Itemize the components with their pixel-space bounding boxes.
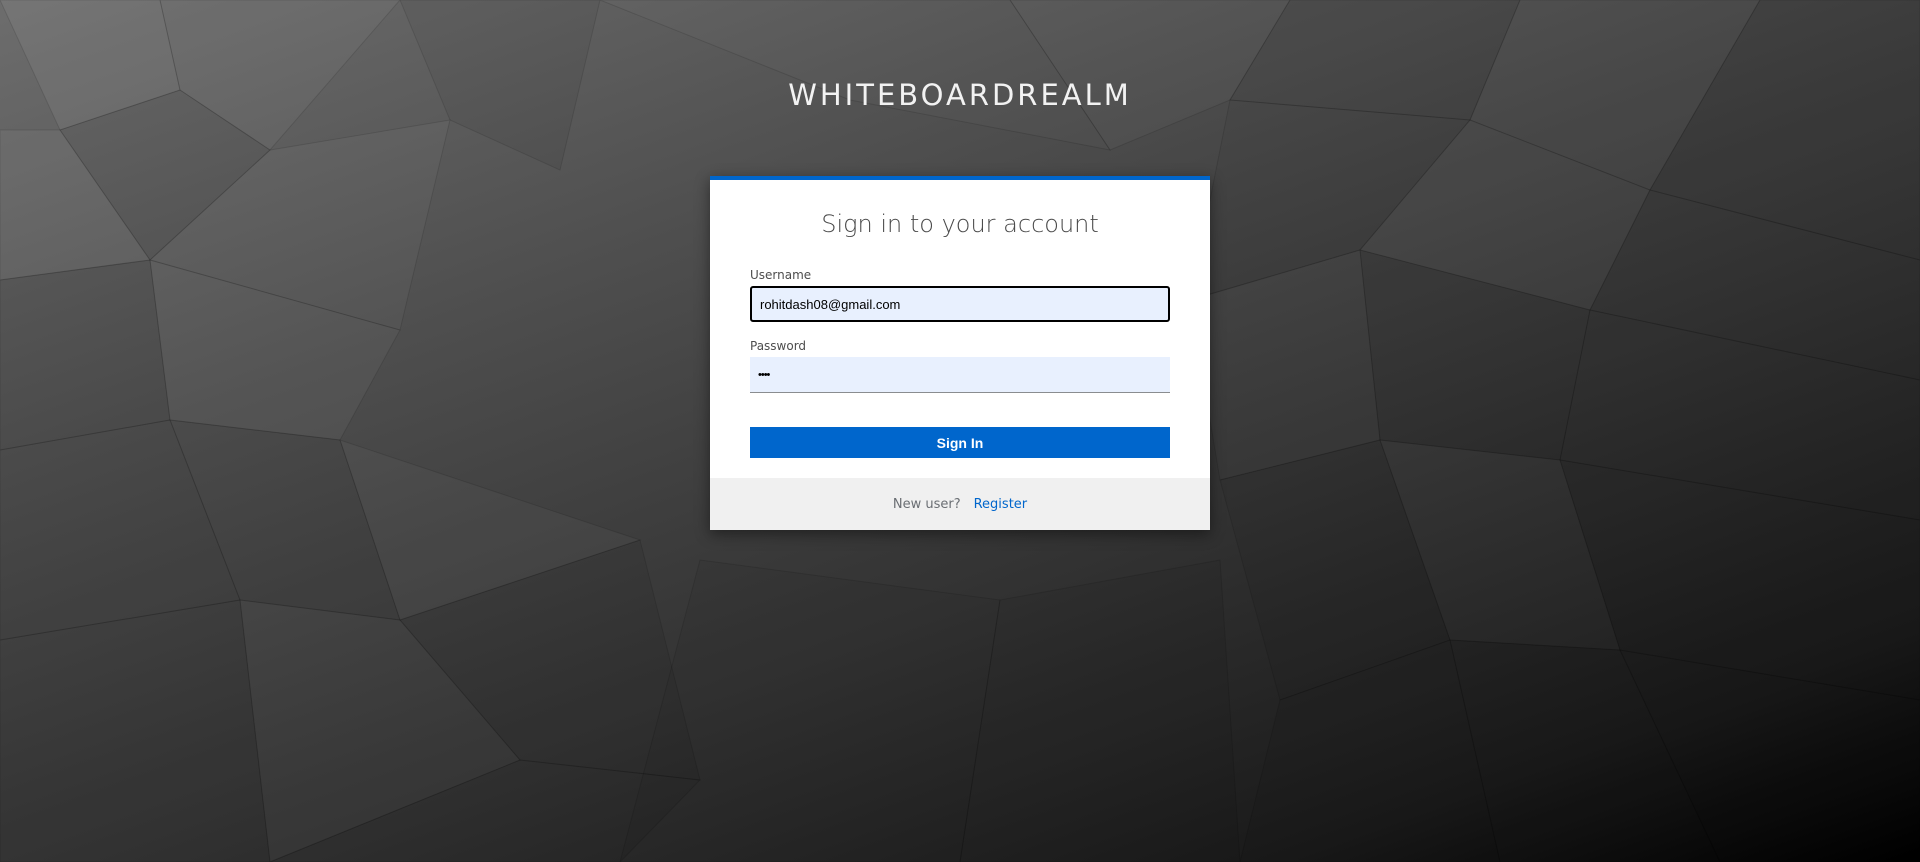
password-value: •••• [758,368,770,381]
realm-title: WHITEBOARDREALM [788,78,1132,112]
register-link[interactable]: Register [974,497,1028,512]
username-input[interactable]: rohitdash08@gmail.com [750,286,1170,322]
login-heading: Sign in to your account [821,210,1099,238]
sign-in-button[interactable]: Sign In [750,427,1170,458]
username-label: Username [750,268,812,282]
username-value: rohitdash08@gmail.com [760,296,901,312]
password-input[interactable]: •••• [750,357,1170,393]
login-page: WHITEBOARDREALM Sign in to your account … [0,0,1920,862]
registration-footer: New user? Register [710,478,1210,530]
new-user-text: New user? [892,496,961,512]
login-card: Sign in to your account Username rohitda… [710,176,1210,530]
password-label: Password [750,339,807,353]
